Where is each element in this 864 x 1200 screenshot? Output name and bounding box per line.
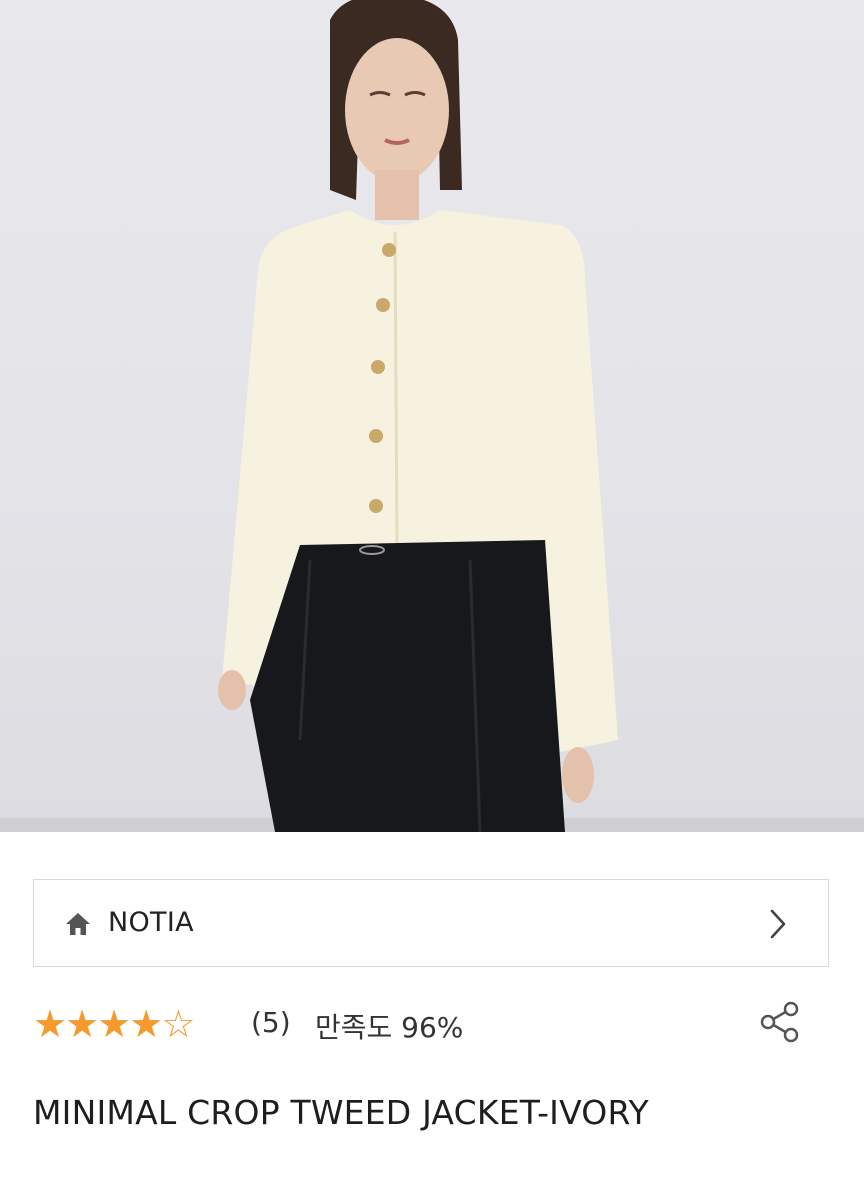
star-full-icon: ★ [97,1002,131,1046]
brand-name: NOTIA [108,907,194,938]
brand-link[interactable]: NOTIA [33,879,829,967]
product-photo-illustration [0,0,864,832]
product-image[interactable] [0,0,864,832]
satisfaction-rate: 만족도 96% [315,1011,464,1044]
star-full-icon: ★ [129,1002,163,1046]
star-full-icon: ★ [65,1002,99,1046]
star-empty-icon: ☆ [161,1002,195,1046]
star-full-icon: ★ [33,1002,67,1046]
rating-stars[interactable]: ★★★★☆ [33,1002,195,1046]
home-icon [66,913,90,935]
chevron-right-icon [770,909,786,939]
review-count[interactable]: (5) [251,1006,291,1039]
product-title: MINIMAL CROP TWEED JACKET-IVORY [33,1093,649,1132]
rating-row: ★★★★☆ (5) 만족도 96% [33,1000,833,1050]
share-icon[interactable] [758,1000,802,1044]
